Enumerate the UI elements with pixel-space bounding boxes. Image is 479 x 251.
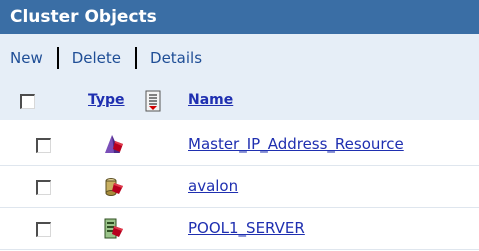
select-all-checkbox[interactable] — [20, 94, 35, 109]
table-row[interactable]: Master_IP_Address_Resource — [0, 124, 479, 166]
new-button[interactable]: New — [10, 49, 43, 67]
column-header-type[interactable]: Type — [88, 92, 125, 108]
row-checkbox[interactable] — [36, 222, 51, 237]
panel-title: Cluster Objects — [0, 0, 479, 34]
cluster-resource-icon — [103, 134, 125, 156]
volume-resource-icon — [103, 176, 125, 198]
server-resource-icon — [103, 218, 125, 240]
resource-link[interactable]: Master_IP_Address_Resource — [188, 135, 404, 153]
toolbar-divider — [56, 47, 59, 69]
details-button[interactable]: Details — [150, 49, 202, 67]
sort-icon[interactable] — [145, 90, 161, 116]
row-checkbox[interactable] — [36, 180, 51, 195]
table-row[interactable]: POOL1_SERVER — [0, 208, 479, 250]
column-header-name[interactable]: Name — [188, 92, 233, 108]
table-row[interactable]: avalon — [0, 166, 479, 208]
toolbar: New Delete Details — [0, 34, 479, 82]
resource-link[interactable]: avalon — [188, 177, 238, 195]
toolbar-divider — [135, 47, 138, 69]
resource-link[interactable]: POOL1_SERVER — [188, 219, 305, 237]
cluster-objects-panel: Cluster Objects New Delete Details Type … — [0, 0, 479, 251]
table-header: Type Name — [0, 82, 479, 120]
delete-button[interactable]: Delete — [72, 49, 121, 67]
row-checkbox[interactable] — [36, 138, 51, 153]
